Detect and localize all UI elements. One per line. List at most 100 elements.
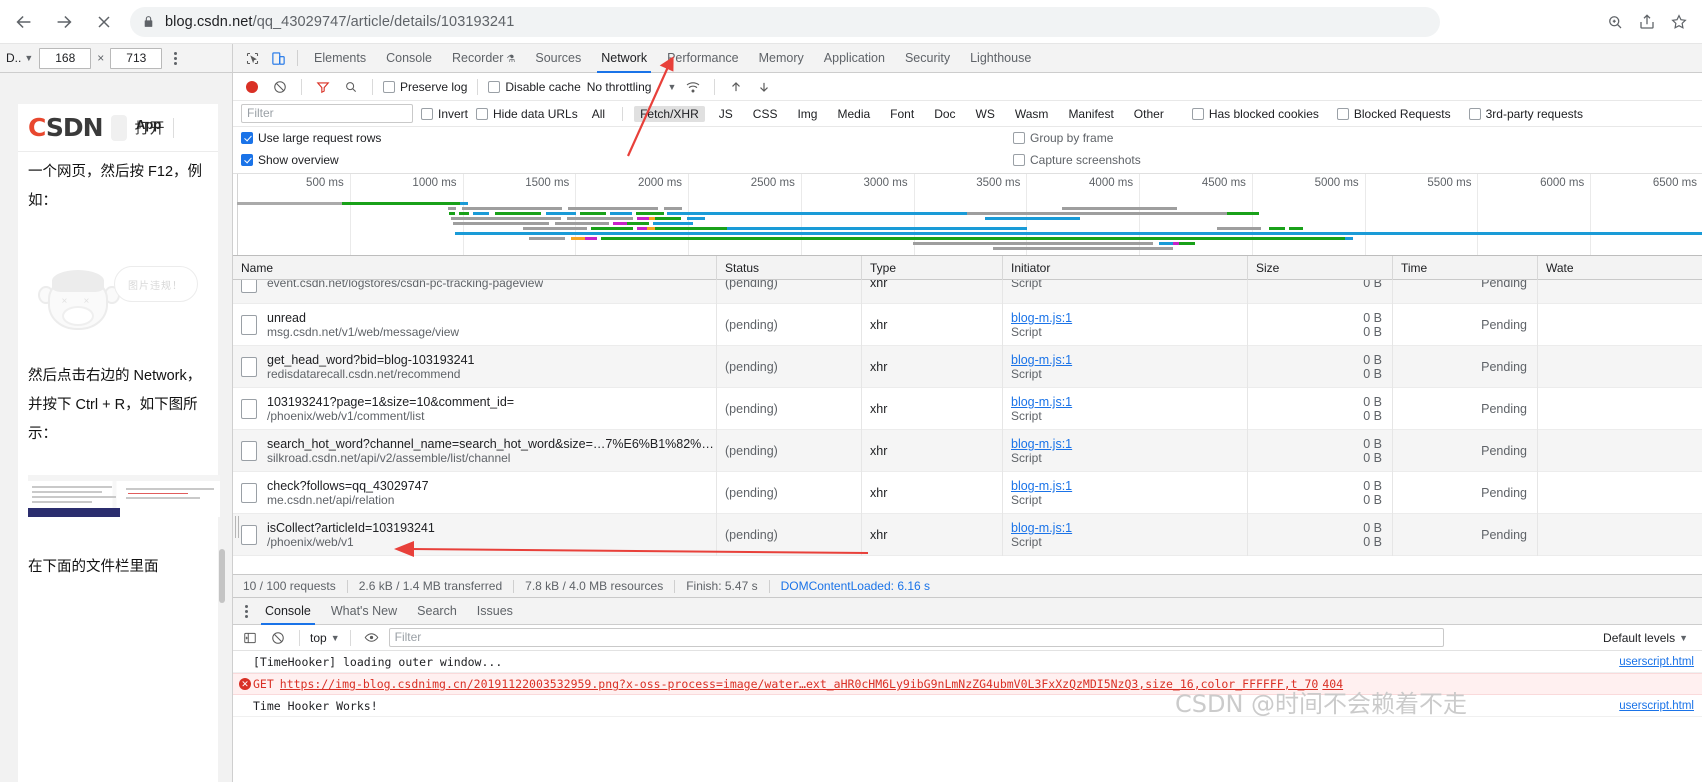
type-filter-js[interactable]: JS xyxy=(713,106,739,122)
drawer-tab-console[interactable]: Console xyxy=(255,598,321,625)
column-header-initiator[interactable]: Initiator xyxy=(1003,256,1248,280)
capture-screenshots-checkbox[interactable]: Capture screenshots xyxy=(1013,153,1141,167)
preserve-log-checkbox[interactable]: Preserve log xyxy=(383,80,467,94)
console-log-row[interactable]: Time Hooker Works! userscript.html xyxy=(233,695,1702,717)
search-icon[interactable] xyxy=(340,76,362,98)
tab-security[interactable]: Security xyxy=(895,44,960,73)
console-sidebar-icon[interactable] xyxy=(239,627,261,649)
inspect-cursor-icon[interactable] xyxy=(239,46,265,70)
console-levels-selector[interactable]: Default levels ▼ xyxy=(1603,631,1696,645)
type-filter-manifest[interactable]: Manifest xyxy=(1062,106,1119,122)
stop-x-icon[interactable] xyxy=(88,6,120,38)
throttling-selector[interactable]: No throttling ▼ xyxy=(587,80,677,94)
initiator-link[interactable]: blog-m.js:1 xyxy=(1011,437,1247,451)
forward-arrow-icon[interactable] xyxy=(48,6,80,38)
tab-console[interactable]: Console xyxy=(376,44,442,73)
tab-performance[interactable]: Performance xyxy=(657,44,749,73)
initiator-link[interactable]: blog-m.js:1 xyxy=(1011,479,1247,493)
use-large-rows-checkbox[interactable]: Use large request rows xyxy=(241,131,381,145)
tab-memory[interactable]: Memory xyxy=(749,44,814,73)
type-filter-font[interactable]: Font xyxy=(884,106,920,122)
request-time-cell: Pending xyxy=(1393,514,1538,556)
column-header-waterfall[interactable]: Wate xyxy=(1538,256,1702,280)
disable-cache-checkbox[interactable]: Disable cache xyxy=(488,80,581,94)
drawer-tab-issues[interactable]: Issues xyxy=(467,598,523,625)
column-header-time[interactable]: Time xyxy=(1393,256,1538,280)
funnel-filter-icon[interactable] xyxy=(312,76,334,98)
table-row[interactable]: check?follows=qq_43029747 me.csdn.net/api… xyxy=(233,472,1702,514)
tab-recorder[interactable]: Recorder ⚗ xyxy=(442,44,525,73)
hide-data-urls-checkbox[interactable]: Hide data URLs xyxy=(476,107,578,121)
record-stop-icon[interactable] xyxy=(241,76,263,98)
drawer-tab-search[interactable]: Search xyxy=(407,598,467,625)
initiator-link[interactable]: blog-m.js:1 xyxy=(1011,521,1247,535)
type-filter-other[interactable]: Other xyxy=(1128,106,1170,122)
network-filter-input[interactable]: Filter xyxy=(241,104,413,123)
table-row[interactable]: 103193241?page=1&size=10&comment_id=/pho… xyxy=(233,388,1702,430)
type-filter-img[interactable]: Img xyxy=(791,106,823,122)
device-more-options-icon[interactable] xyxy=(174,51,178,65)
table-row[interactable]: unread msg.csdn.net/v1/web/message/view (p… xyxy=(233,304,1702,346)
device-toolbar-icon[interactable] xyxy=(265,46,291,70)
clear-console-icon[interactable] xyxy=(267,627,289,649)
console-error-url[interactable]: https://img-blog.csdnimg.cn/201911220035… xyxy=(280,677,1319,691)
tab-application[interactable]: Application xyxy=(814,44,895,73)
size-resource: 0 B xyxy=(1363,535,1382,549)
tab-elements[interactable]: Elements xyxy=(304,44,376,73)
column-header-status[interactable]: Status xyxy=(717,256,862,280)
third-party-requests-checkbox[interactable]: 3rd-party requests xyxy=(1468,107,1583,121)
type-filter-doc[interactable]: Doc xyxy=(928,106,961,122)
has-blocked-cookies-checkbox[interactable]: Has blocked cookies xyxy=(1191,107,1319,121)
invert-checkbox[interactable]: Invert xyxy=(421,107,468,121)
page-scrollbar-thumb[interactable] xyxy=(219,549,225,603)
column-header-type[interactable]: Type xyxy=(862,256,1003,280)
device-selector[interactable]: D.. ▼ xyxy=(6,51,33,65)
back-arrow-icon[interactable] xyxy=(8,6,40,38)
console-context-selector[interactable]: top ▼ xyxy=(310,631,340,645)
panel-resize-grip[interactable] xyxy=(235,516,241,538)
type-filter-wasm[interactable]: Wasm xyxy=(1009,106,1055,122)
console-error-row[interactable]: ✕ GET https://img-blog.csdnimg.cn/201911… xyxy=(233,673,1702,695)
type-filter-fetch-xhr[interactable]: Fetch/XHR xyxy=(634,105,705,122)
blocked-requests-checkbox[interactable]: Blocked Requests xyxy=(1336,107,1451,121)
console-log-source[interactable]: userscript.html xyxy=(1619,656,1694,668)
console-log-row[interactable]: [TimeHooker] loading outer window... use… xyxy=(233,651,1702,673)
table-row[interactable]: event.csdn.net/logstores/csdn-pc-trackin… xyxy=(233,280,1702,304)
overview-tick-line xyxy=(349,174,351,255)
type-filter-css[interactable]: CSS xyxy=(747,106,784,122)
clear-no-entry-icon[interactable] xyxy=(269,76,291,98)
group-by-frame-checkbox[interactable]: Group by frame xyxy=(1013,131,1113,145)
share-icon[interactable] xyxy=(1638,13,1656,31)
initiator-link[interactable]: blog-m.js:1 xyxy=(1011,395,1247,409)
address-bar[interactable]: blog.csdn.net/qq_43029747/article/detail… xyxy=(130,6,1440,37)
network-conditions-icon[interactable] xyxy=(682,76,704,98)
initiator-link[interactable]: blog-m.js:1 xyxy=(1011,311,1247,325)
drawer-tab-whats-new[interactable]: What's New xyxy=(321,598,407,625)
tab-lighthouse[interactable]: Lighthouse xyxy=(960,44,1041,73)
zoom-search-icon[interactable] xyxy=(1606,13,1624,31)
show-overview-checkbox[interactable]: Show overview xyxy=(241,153,339,167)
request-table-body[interactable]: isCollect?articleId=103193241/phoenix/we… xyxy=(233,280,1702,574)
network-overview-timeline[interactable]: 500 ms 1000 ms 1500 ms 2000 ms 2500 ms 3000 m… xyxy=(233,173,1702,256)
import-har-icon[interactable] xyxy=(725,76,747,98)
type-filter-ws[interactable]: WS xyxy=(970,106,1001,122)
viewport-height-input[interactable]: 713 xyxy=(110,47,163,69)
console-log-source[interactable]: userscript.html xyxy=(1619,700,1694,712)
live-expression-icon[interactable] xyxy=(361,627,383,649)
table-row[interactable]: isCollect?articleId=103193241/phoenix/we… xyxy=(233,514,1702,556)
tab-network[interactable]: Network xyxy=(591,44,657,73)
table-row[interactable]: get_head_word?bid=blog-103193241 redisdat… xyxy=(233,346,1702,388)
table-row[interactable]: search_hot_word?channel_name=search_hot_… xyxy=(233,430,1702,472)
viewport-width-input[interactable]: 168 xyxy=(39,47,92,69)
drawer-more-options-icon[interactable] xyxy=(237,604,255,618)
tab-sources[interactable]: Sources xyxy=(525,44,591,73)
export-har-icon[interactable] xyxy=(753,76,775,98)
type-filter-all[interactable]: All xyxy=(586,106,611,122)
type-filter-media[interactable]: Media xyxy=(831,106,876,122)
star-icon[interactable] xyxy=(1670,13,1688,31)
initiator-link[interactable]: blog-m.js:1 xyxy=(1011,353,1247,367)
column-header-size[interactable]: Size xyxy=(1248,256,1393,280)
console-filter-input[interactable]: Filter xyxy=(388,628,1444,647)
column-header-name[interactable]: Name xyxy=(233,256,717,280)
request-url: /phoenix/web/v1 xyxy=(267,535,354,549)
